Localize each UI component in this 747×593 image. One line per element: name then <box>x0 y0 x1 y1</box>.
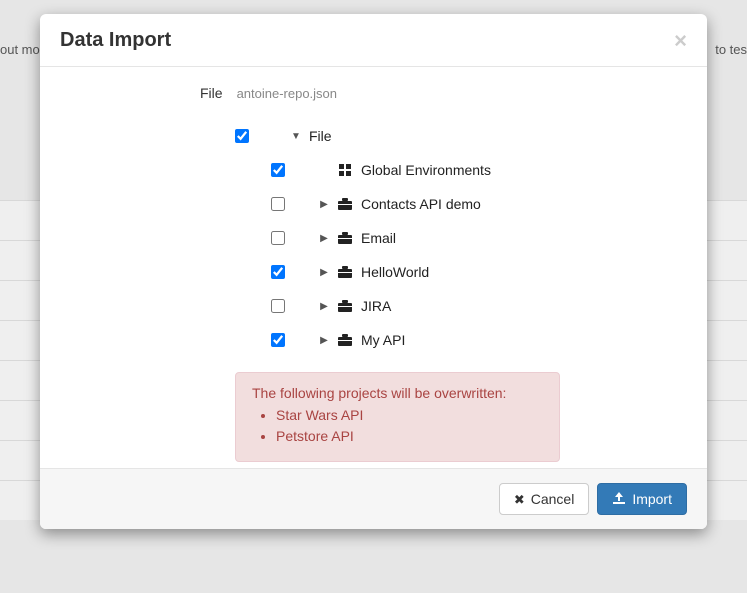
import-modal: Data Import × File antoine-repo.json ▼ F… <box>40 14 707 529</box>
backdrop-text-right: to tes <box>715 42 747 57</box>
caret-right-icon[interactable]: ▶ <box>319 233 329 244</box>
tree-checkbox[interactable] <box>271 163 285 177</box>
briefcase-icon <box>337 266 353 278</box>
modal-footer: ✖ Cancel Import <box>40 468 707 529</box>
upload-icon <box>612 492 626 506</box>
alert-message: The following projects will be overwritt… <box>252 385 543 401</box>
caret-right-icon[interactable]: ▶ <box>319 199 329 210</box>
backdrop-text-left: out mor <box>0 42 44 57</box>
file-label: File <box>200 85 223 101</box>
modal-body: File antoine-repo.json ▼ File ▶ Global E… <box>40 67 707 468</box>
tree-panel[interactable]: ▼ File ▶ Global Environments ▶ <box>235 119 560 354</box>
tree-item-global-environments[interactable]: ▶ Global Environments <box>235 153 556 187</box>
tree-checkbox[interactable] <box>271 299 285 313</box>
tree-item-label: HelloWorld <box>361 264 429 280</box>
caret-right-icon[interactable]: ▶ <box>319 301 329 312</box>
tree-checkbox[interactable] <box>271 231 285 245</box>
tree-item-label: My API <box>361 332 405 348</box>
briefcase-icon <box>337 300 353 312</box>
close-icon: ✖ <box>514 493 525 506</box>
alert-list-item: Star Wars API <box>276 405 543 426</box>
import-button-label: Import <box>632 491 672 507</box>
import-button[interactable]: Import <box>597 483 687 515</box>
cancel-button-label: Cancel <box>531 491 575 507</box>
file-row: File antoine-repo.json <box>200 85 687 101</box>
tree-checkbox[interactable] <box>271 197 285 211</box>
tree-root-label: File <box>309 128 332 144</box>
caret-down-icon[interactable]: ▼ <box>291 131 301 142</box>
alert-list-item: Petstore API <box>276 426 543 447</box>
alert-list: Star Wars API Petstore API <box>252 405 543 447</box>
overwrite-warning: The following projects will be overwritt… <box>235 372 560 462</box>
tree-item-label: Global Environments <box>361 162 491 178</box>
cancel-button[interactable]: ✖ Cancel <box>499 483 590 515</box>
tree-item-contacts-api-demo[interactable]: ▶ Contacts API demo <box>235 187 556 221</box>
close-icon[interactable]: × <box>674 30 687 52</box>
tree-item-label: Email <box>361 230 396 246</box>
tree-root[interactable]: ▼ File <box>235 119 556 153</box>
tree-item-jira[interactable]: ▶ JIRA <box>235 289 556 323</box>
tree-item-helloworld[interactable]: ▶ HelloWorld <box>235 255 556 289</box>
briefcase-icon <box>337 198 353 210</box>
caret-right-icon[interactable]: ▶ <box>319 335 329 346</box>
briefcase-icon <box>337 232 353 244</box>
tree-checkbox[interactable] <box>271 265 285 279</box>
tree-checkbox[interactable] <box>271 333 285 347</box>
tree-root-checkbox[interactable] <box>235 129 249 143</box>
tree-item-email[interactable]: ▶ Email <box>235 221 556 255</box>
tree-item-label: JIRA <box>361 298 391 314</box>
file-name: antoine-repo.json <box>237 86 337 101</box>
modal-header: Data Import × <box>40 14 707 67</box>
modal-title: Data Import <box>60 29 171 52</box>
grid-icon <box>337 164 353 176</box>
caret-right-icon[interactable]: ▶ <box>319 267 329 278</box>
briefcase-icon <box>337 334 353 346</box>
tree-item-label: Contacts API demo <box>361 196 481 212</box>
tree-item-my-api[interactable]: ▶ My API <box>235 323 556 354</box>
